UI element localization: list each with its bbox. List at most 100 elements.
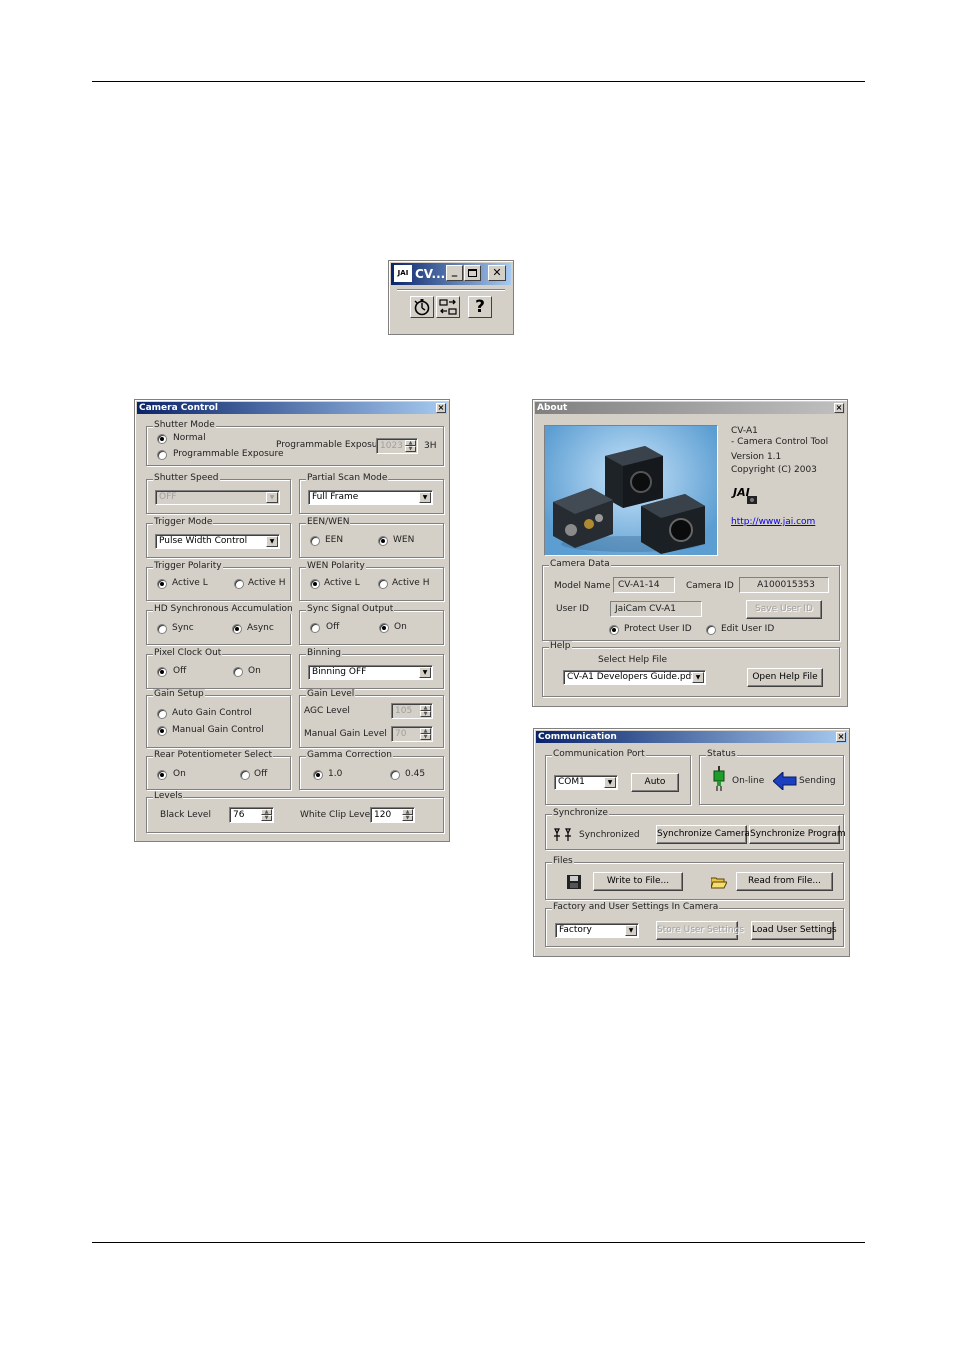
- manual-gain-level-label: Manual Gain Level: [304, 729, 387, 739]
- edit-user-id-label: Edit User ID: [721, 624, 775, 634]
- about-version: Version 1.1: [731, 452, 782, 462]
- een-wen-label: EEN/WEN: [306, 517, 351, 527]
- prog-exposure-label: Programmable Exposure: [276, 440, 387, 450]
- synchronize-program-button[interactable]: Synchronize Program: [749, 825, 846, 844]
- pixel-clock-on-label: On: [248, 666, 261, 676]
- partial-scan-dropdown[interactable]: Full Frame ▼: [308, 490, 433, 505]
- prog-exposure-spinner[interactable]: 1023 ▲ ▼: [376, 438, 418, 454]
- trigger-active-l-radio[interactable]: [157, 579, 167, 589]
- files-group: Files Write to File... Read from File...: [545, 856, 844, 900]
- shutter-mode-label: Shutter Mode: [153, 420, 216, 430]
- trigger-active-h-radio[interactable]: [234, 579, 244, 589]
- een-label: EEN: [325, 535, 344, 545]
- about-url-link[interactable]: http://www.jai.com: [731, 517, 815, 527]
- camera-product-image: [544, 425, 718, 556]
- communication-button[interactable]: [436, 296, 460, 318]
- manual-gain-radio[interactable]: [157, 726, 167, 736]
- minimize-button[interactable]: _: [446, 265, 463, 281]
- bottom-rule: [92, 1242, 865, 1243]
- camera-control-title: Camera Control: [139, 403, 219, 413]
- chevron-down-icon: ▼: [266, 536, 278, 547]
- shutter-speed-group: Shutter Speed OFF ▼: [146, 473, 291, 514]
- camera-data-group: Camera Data Model Name CV-A1-14 Camera I…: [542, 559, 840, 641]
- pixel-clock-group: Pixel Clock Out Off On: [146, 648, 291, 689]
- pixel-clock-off-radio[interactable]: [157, 667, 167, 677]
- shutter-mode-group: Shutter Mode Normal Programmable Exposur…: [146, 420, 444, 466]
- pixel-clock-off-label: Off: [173, 666, 187, 676]
- edit-user-id-radio[interactable]: [706, 625, 716, 635]
- camera-control-button[interactable]: [410, 296, 434, 318]
- wen-active-l-radio[interactable]: [310, 579, 320, 589]
- help-file-dropdown[interactable]: CV-A1 Developers Guide.pdf ▼: [563, 670, 706, 685]
- comm-port-dropdown[interactable]: COM1 ▼: [554, 775, 618, 790]
- gamma-045-radio[interactable]: [390, 770, 400, 780]
- trigger-mode-label: Trigger Mode: [153, 517, 214, 527]
- user-id-field[interactable]: JaiCam CV-A1: [610, 601, 702, 617]
- factory-settings-dropdown[interactable]: Factory ▼: [555, 923, 639, 938]
- een-radio[interactable]: [310, 536, 320, 546]
- rear-pot-on-radio[interactable]: [157, 770, 167, 780]
- trigger-mode-dropdown[interactable]: Pulse Width Control ▼: [155, 534, 280, 549]
- about-copyright: Copyright (C) 2003: [731, 465, 817, 475]
- wen-active-h-radio[interactable]: [378, 579, 388, 589]
- status-label: Status: [706, 749, 737, 759]
- open-help-file-button[interactable]: Open Help File: [747, 668, 823, 687]
- cv-toolbar-window: JAI CV... _ ✕ ?: [388, 260, 514, 335]
- chevron-down-icon: ▼: [419, 492, 431, 503]
- camera-data-label: Camera Data: [549, 559, 611, 569]
- partial-scan-label: Partial Scan Mode: [306, 473, 389, 483]
- rear-pot-off-label: Off: [254, 769, 268, 779]
- auto-gain-radio[interactable]: [157, 709, 167, 719]
- gamma-label: Gamma Correction: [306, 750, 393, 760]
- about-close-button[interactable]: ×: [834, 403, 844, 413]
- hd-async-radio[interactable]: [232, 624, 242, 634]
- chevron-down-icon: ▼: [266, 492, 278, 503]
- hd-sync-radio[interactable]: [157, 624, 167, 634]
- black-level-spinner[interactable]: 76 ▲ ▼: [229, 807, 274, 823]
- store-user-settings-button[interactable]: Store User Settings: [656, 921, 744, 940]
- factory-settings-label: Factory and User Settings In Camera: [552, 902, 720, 912]
- sending-arrow-icon: [773, 772, 797, 790]
- maximize-button[interactable]: [464, 265, 481, 281]
- synchronize-camera-button[interactable]: Synchronize Camera: [656, 825, 750, 844]
- wen-radio[interactable]: [378, 536, 388, 546]
- pixel-clock-on-radio[interactable]: [233, 667, 243, 677]
- hd-sync-option-label: Sync: [172, 623, 194, 633]
- user-id-label: User ID: [556, 604, 589, 614]
- rear-pot-off-radio[interactable]: [240, 770, 250, 780]
- select-help-file-label: Select Help File: [598, 655, 668, 665]
- binning-dropdown[interactable]: Binning OFF ▼: [308, 665, 433, 680]
- communication-close-button[interactable]: ×: [836, 732, 846, 742]
- read-from-file-button[interactable]: Read from File...: [736, 872, 833, 891]
- about-subtitle: - Camera Control Tool: [731, 437, 829, 447]
- camera-control-close-button[interactable]: ×: [436, 403, 446, 413]
- white-clip-spinner[interactable]: 120 ▲ ▼: [370, 807, 415, 823]
- load-user-settings-button[interactable]: Load User Settings: [751, 921, 837, 940]
- write-to-file-button[interactable]: Write to File...: [593, 872, 683, 891]
- shutter-speed-dropdown[interactable]: OFF ▼: [155, 490, 280, 505]
- gamma-1-radio[interactable]: [313, 770, 323, 780]
- sync-output-off-radio[interactable]: [310, 623, 320, 633]
- manual-gain-level-spinner[interactable]: 70 ▲ ▼: [391, 726, 433, 742]
- shutter-normal-radio[interactable]: [157, 434, 167, 444]
- factory-settings-group: Factory and User Settings In Camera Fact…: [545, 902, 844, 947]
- save-user-id-button[interactable]: Save User ID: [746, 600, 822, 619]
- jai-app-icon: JAI: [394, 265, 412, 282]
- close-button[interactable]: ✕: [488, 265, 506, 281]
- help-label: Help: [549, 641, 572, 651]
- about-button[interactable]: ?: [468, 296, 492, 318]
- top-rule: [92, 81, 865, 82]
- binning-label: Binning: [306, 648, 343, 658]
- sync-output-on-radio[interactable]: [379, 623, 389, 633]
- wen-active-h-label: Active H: [392, 578, 430, 588]
- camera-photo-icon: [553, 446, 705, 554]
- agc-level-spinner[interactable]: 105 ▲ ▼: [391, 703, 433, 719]
- about-product: CV-A1: [731, 426, 758, 436]
- model-name-label: Model Name: [554, 581, 611, 591]
- rear-pot-group: Rear Potentiometer Select On Off: [146, 750, 291, 790]
- protect-user-id-radio[interactable]: [609, 625, 619, 635]
- toolbar-divider: [397, 289, 505, 291]
- auto-button[interactable]: Auto: [631, 773, 679, 792]
- shutter-programmable-label: Programmable Exposure: [173, 449, 284, 459]
- shutter-programmable-radio[interactable]: [157, 450, 167, 460]
